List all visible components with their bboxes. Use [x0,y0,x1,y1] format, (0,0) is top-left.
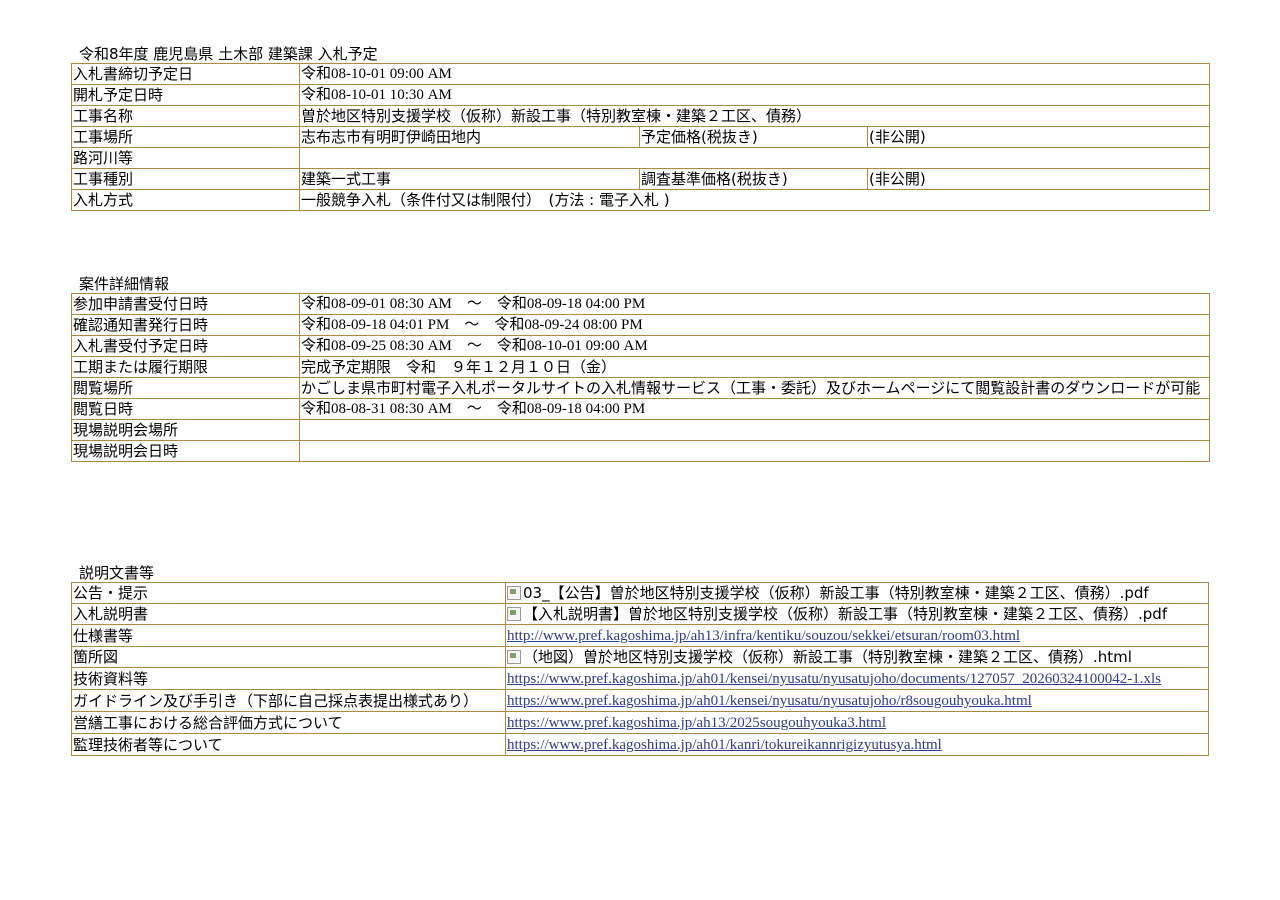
deadline-value: 令和08-10-01 09:00 AM [298,63,1211,85]
table-row: 箇所図 （地図）曽於地区特別支援学校（仮称）新設工事（特別教室棟・建築２工区、債… [71,646,1209,668]
tech-label: 技術資料等 [71,667,506,690]
site-date-value [299,440,1210,462]
table-row: 仕様書等 http://www.pref.kagoshima.jp/ah13/i… [71,624,1209,647]
case-detail-section: 案件詳細情報 参加申請書受付日時 令和08-09-01 08:30 AM ～ 令… [71,275,1210,462]
base-price-label: 調査基準価格(税抜き) [639,168,868,190]
guide-label: ガイドライン及び手引き（下部に自己採点表提出様式あり） [71,689,506,712]
table-row: 工事名称 曽於地区特別支援学校（仮称）新設工事（特別教室棟・建築２工区、債務） [71,105,1211,127]
explain-label: 入札説明書 [71,603,506,625]
map-doc[interactable]: （地図）曽於地区特別支援学校（仮称）新設工事（特別教室棟・建築２工区、債務）.h… [505,646,1209,668]
guide-link[interactable]: https://www.pref.kagoshima.jp/ah01/kense… [507,693,1032,709]
apply-label: 参加申請書受付日時 [71,293,300,315]
table-row: 入札書締切予定日 令和08-10-01 09:00 AM [71,63,1211,85]
case-detail-table: 参加申請書受付日時 令和08-09-01 08:30 AM ～ 令和08-09-… [71,293,1210,462]
notice-label: 確認通知書発行日時 [71,314,300,336]
view-date-value: 令和08-08-31 08:30 AM ～ 令和08-09-18 04:00 P… [299,398,1210,420]
map-label: 箇所図 [71,646,506,668]
receipt-value: 令和08-09-25 08:30 AM ～ 令和08-10-01 09:00 A… [299,335,1210,357]
bid-method-value: 一般競争入札（条件付又は制限付） (方法 : 電子入札 ) [298,189,1211,211]
eval-label: 営繕工事における総合評価方式について [71,711,506,734]
planned-price-label: 予定価格(税抜き) [639,126,868,148]
notice-value: 令和08-09-18 04:01 PM ～ 令和08-09-24 08:00 P… [299,314,1210,336]
documents-section: 説明文書等 公告・提示 03_【公告】曽於地区特別支援学校（仮称）新設工事（特別… [71,564,1209,756]
spec-cell: http://www.pref.kagoshima.jp/ah13/infra/… [505,624,1209,647]
table-row: 現場説明会場所 [71,419,1210,441]
broken-image-icon [507,607,521,621]
bid-schedule-table: 入札書締切予定日 令和08-10-01 09:00 AM 開札予定日時 令和08… [71,63,1211,211]
table-row: 工期または履行期限 完成予定期限 令和 ９年１２月１０日（金） [71,356,1210,378]
broken-image-icon [507,650,521,664]
table-row: 閲覧場所 かごしま県市町村電子入札ポータルサイトの入札情報サービス（工事・委託）… [71,377,1210,399]
road-river-label: 路河川等 [71,147,300,169]
announce-doc[interactable]: 03_【公告】曽於地区特別支援学校（仮称）新設工事（特別教室棟・建築２工区、債務… [505,582,1209,604]
table-row: 参加申請書受付日時 令和08-09-01 08:30 AM ～ 令和08-09-… [71,293,1210,315]
bid-schedule-section: 令和8年度 鹿児島県 土木部 建築課 入札予定 入札書締切予定日 令和08-10… [71,45,1211,211]
table-row: 入札方式 一般競争入札（条件付又は制限付） (方法 : 電子入札 ) [71,189,1211,211]
table-row: 入札説明書 【入札説明書】曽於地区特別支援学校（仮称）新設工事（特別教室棟・建築… [71,603,1209,625]
tech-cell: https://www.pref.kagoshima.jp/ah01/kense… [505,667,1209,690]
announce-filename[interactable]: 03_【公告】曽於地区特別支援学校（仮称）新設工事（特別教室棟・建築２工区、債務… [523,584,1149,602]
announce-label: 公告・提示 [71,582,506,604]
site-date-label: 現場説明会日時 [71,440,300,462]
bid-method-label: 入札方式 [71,189,300,211]
period-value: 完成予定期限 令和 ９年１２月１０日（金） [299,356,1210,378]
explain-doc[interactable]: 【入札説明書】曽於地区特別支援学校（仮称）新設工事（特別教室棟・建築２工区、債務… [505,603,1209,625]
table-row: 営繕工事における総合評価方式について https://www.pref.kago… [71,711,1209,734]
eval-link[interactable]: https://www.pref.kagoshima.jp/ah13/2025s… [507,715,886,731]
broken-image-icon [507,586,521,600]
site-place-label: 現場説明会場所 [71,419,300,441]
deadline-label: 入札書締切予定日 [71,63,300,85]
engineer-label: 監理技術者等について [71,733,506,756]
guide-cell: https://www.pref.kagoshima.jp/ah01/kense… [505,689,1209,712]
eval-cell: https://www.pref.kagoshima.jp/ah13/2025s… [505,711,1209,734]
apply-value: 令和08-09-01 08:30 AM ～ 令和08-09-18 04:00 P… [299,293,1210,315]
table-row: 開札予定日時 令和08-10-01 10:30 AM [71,84,1211,106]
table-row: 公告・提示 03_【公告】曽於地区特別支援学校（仮称）新設工事（特別教室棟・建築… [71,582,1209,604]
view-date-label: 閲覧日時 [71,398,300,420]
table-row: 技術資料等 https://www.pref.kagoshima.jp/ah01… [71,667,1209,690]
view-place-label: 閲覧場所 [71,377,300,399]
documents-title: 説明文書等 [79,564,155,582]
road-river-value [298,147,1211,169]
view-place-value: かごしま県市町村電子入札ポータルサイトの入札情報サービス（工事・委託）及びホーム… [299,377,1210,399]
map-filename[interactable]: （地図）曽於地区特別支援学校（仮称）新設工事（特別教室棟・建築２工区、債務）.h… [523,648,1132,666]
tech-link[interactable]: https://www.pref.kagoshima.jp/ah01/kense… [507,671,1161,687]
case-detail-title: 案件詳細情報 [79,275,170,293]
table-row: 監理技術者等について https://www.pref.kagoshima.jp… [71,733,1209,756]
table-row: 確認通知書発行日時 令和08-09-18 04:01 PM ～ 令和08-09-… [71,314,1210,336]
period-label: 工期または履行期限 [71,356,300,378]
project-place-value: 志布志市有明町伊崎田地内 [299,126,640,148]
site-place-value [299,419,1210,441]
planned-price-value: (非公開) [866,126,1211,148]
receipt-label: 入札書受付予定日時 [71,335,300,357]
table-row: ガイドライン及び手引き（下部に自己採点表提出様式あり） https://www.… [71,689,1209,712]
project-kind-label: 工事種別 [71,168,300,190]
table-row: 入札書受付予定日時 令和08-09-25 08:30 AM ～ 令和08-10-… [71,335,1210,357]
project-place-label: 工事場所 [71,126,300,148]
spec-label: 仕様書等 [71,624,506,647]
engineer-cell: https://www.pref.kagoshima.jp/ah01/kanri… [505,733,1209,756]
opening-label: 開札予定日時 [71,84,300,106]
project-name-label: 工事名称 [71,105,300,127]
opening-value: 令和08-10-01 10:30 AM [298,84,1211,106]
table-row: 工事種別 建築一式工事 調査基準価格(税抜き) (非公開) [71,168,1211,190]
bid-schedule-title: 令和8年度 鹿児島県 土木部 建築課 入札予定 [79,45,378,63]
table-row: 路河川等 [71,147,1211,169]
spec-link[interactable]: http://www.pref.kagoshima.jp/ah13/infra/… [507,628,1020,644]
table-row: 工事場所 志布志市有明町伊崎田地内 予定価格(税抜き) (非公開) [71,126,1211,148]
base-price-value: (非公開) [866,168,1211,190]
project-kind-value: 建築一式工事 [299,168,640,190]
documents-table: 公告・提示 03_【公告】曽於地区特別支援学校（仮称）新設工事（特別教室棟・建築… [71,582,1209,756]
engineer-link[interactable]: https://www.pref.kagoshima.jp/ah01/kanri… [507,737,942,753]
table-row: 現場説明会日時 [71,440,1210,462]
project-name-value: 曽於地区特別支援学校（仮称）新設工事（特別教室棟・建築２工区、債務） [298,105,1211,127]
explain-filename[interactable]: 【入札説明書】曽於地区特別支援学校（仮称）新設工事（特別教室棟・建築２工区、債務… [523,605,1167,623]
table-row: 閲覧日時 令和08-08-31 08:30 AM ～ 令和08-09-18 04… [71,398,1210,420]
